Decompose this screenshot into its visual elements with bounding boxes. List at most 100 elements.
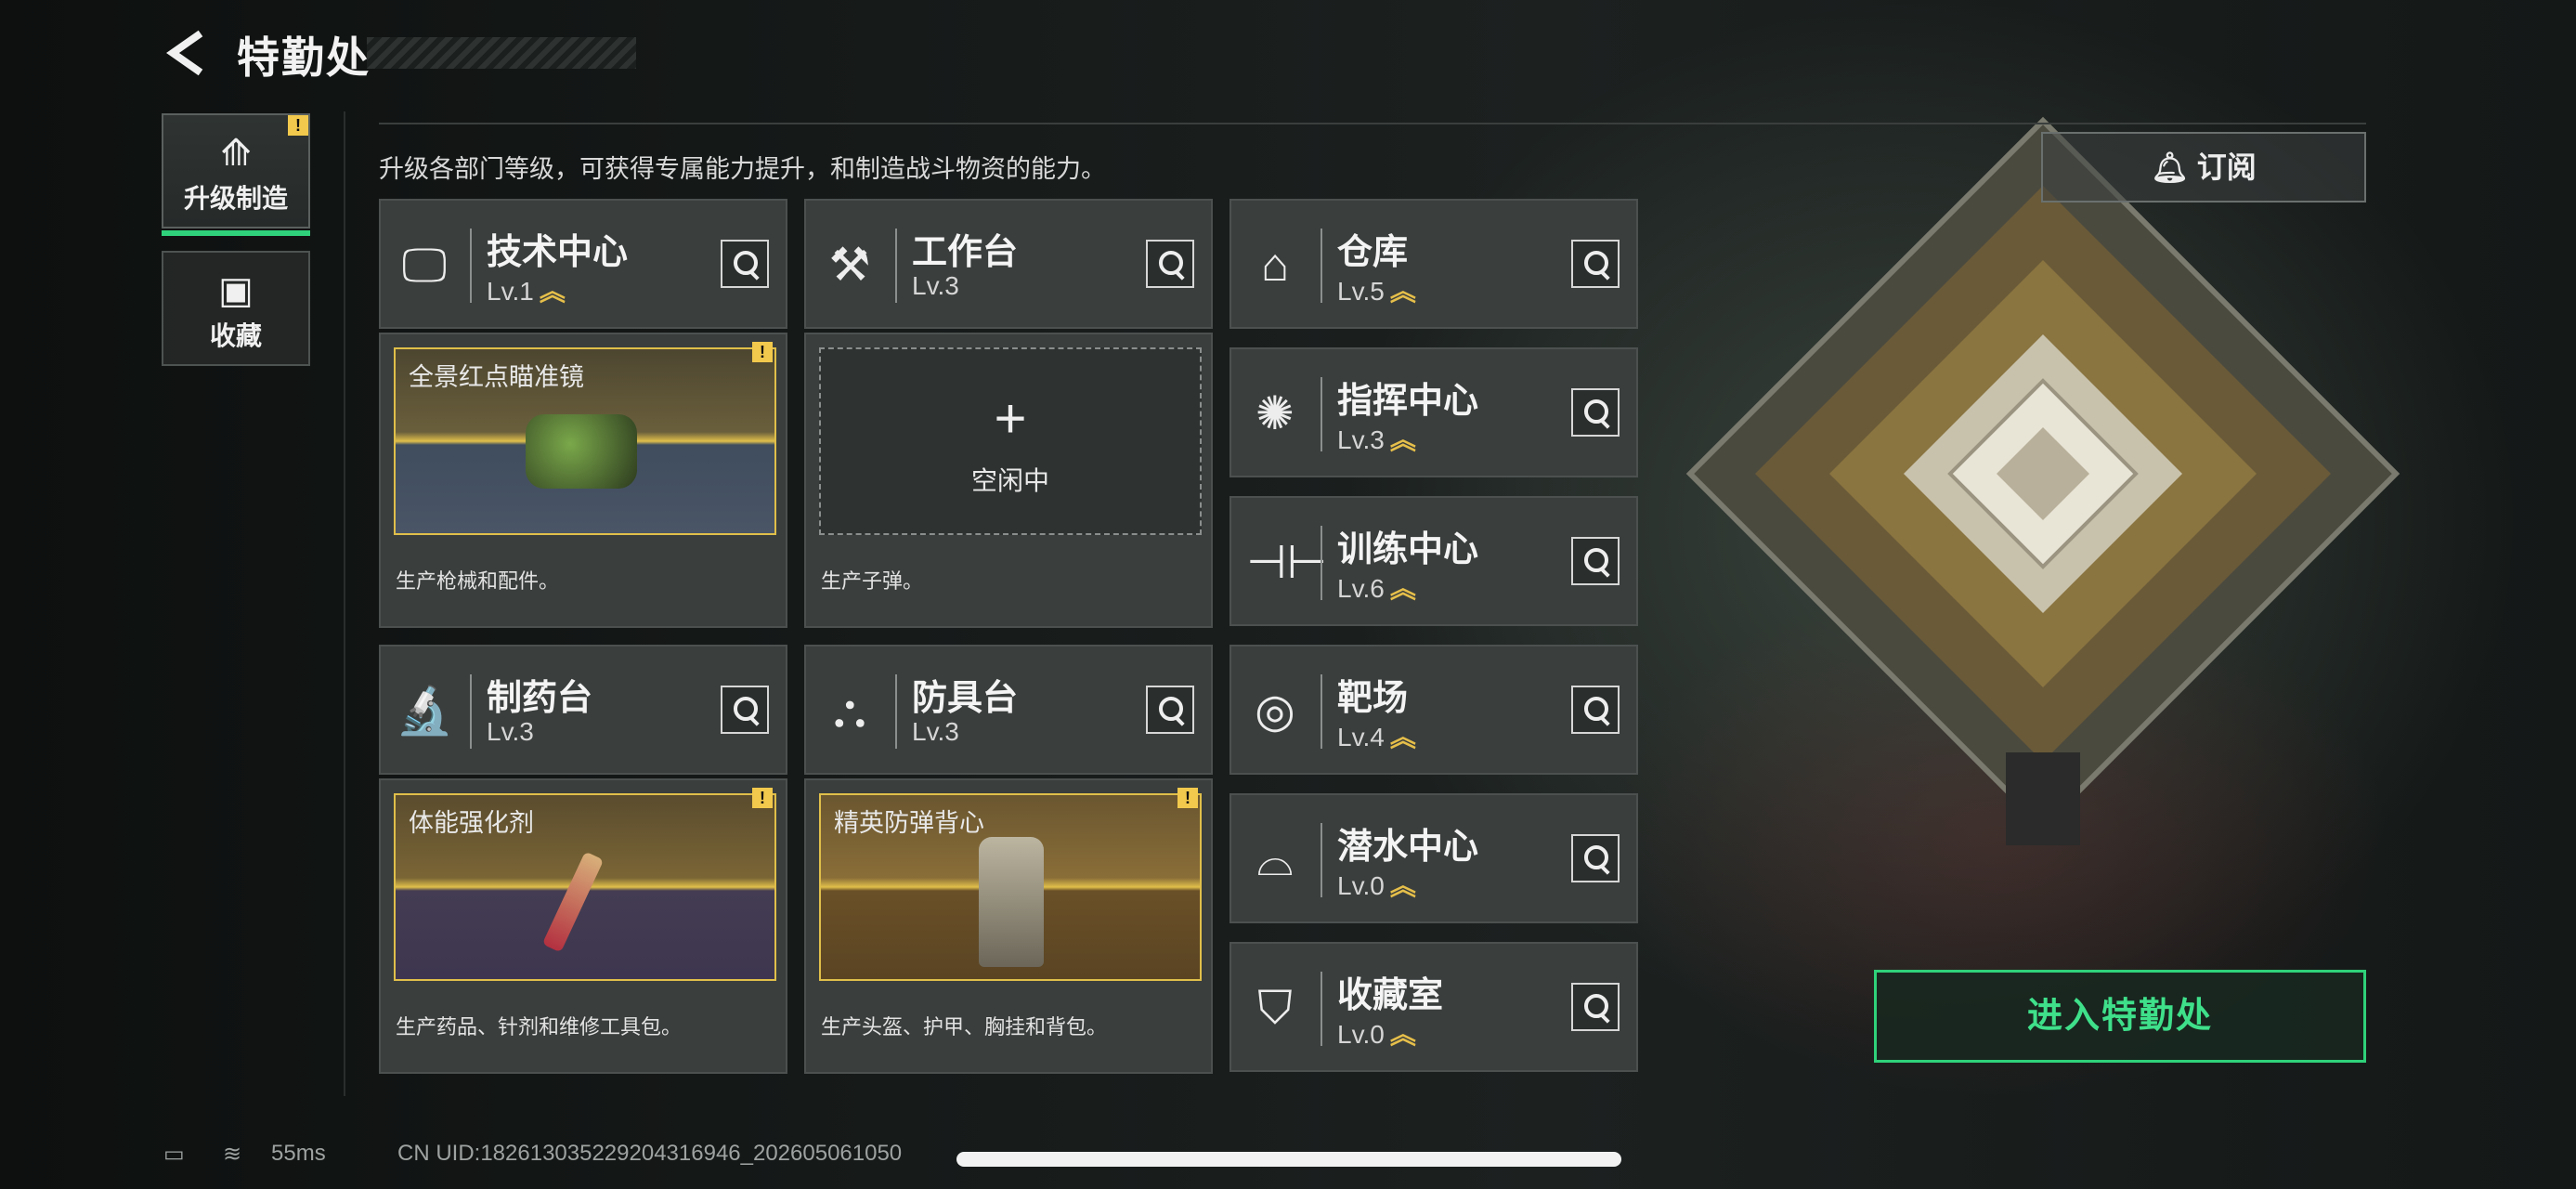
warehouse-icon: ⌂ xyxy=(1260,239,1290,291)
facility-level: Lv.0 ︽ xyxy=(1337,1014,1416,1052)
facility-card-command-center[interactable]: ✺ 指挥中心 Lv.3 ︽ xyxy=(1229,347,1638,477)
search-button[interactable] xyxy=(1571,388,1620,437)
idle-label: 空闲中 xyxy=(970,466,1049,495)
facility-card-workbench[interactable]: ⚒ 工作台 Lv.3 xyxy=(804,199,1213,329)
facility-name: 技术中心 xyxy=(487,233,629,272)
level-text: Lv.5 xyxy=(1337,277,1385,306)
tab-label: 升级制造 xyxy=(183,184,288,213)
subscribe-button[interactable]: 🔔︎ 订阅 xyxy=(2041,132,2366,203)
search-button[interactable] xyxy=(1571,983,1620,1031)
item-name: 精英防弹背心 xyxy=(834,809,984,837)
upgrade-chevron-icon: ︽ xyxy=(1389,425,1416,454)
wifi-icon: ≋ xyxy=(223,1142,242,1167)
divider xyxy=(1321,674,1322,749)
production-panel-workbench[interactable]: + 空闲中 生产子弹。 xyxy=(804,333,1213,628)
facility-card-diving-center[interactable]: ⌓ 潜水中心 Lv.0 ︽ xyxy=(1229,793,1638,923)
facility-name: 防具台 xyxy=(912,679,1019,718)
enter-special-ops-button[interactable]: 进入特勤处 xyxy=(1874,970,2366,1063)
production-slot[interactable]: 精英防弹背心 xyxy=(819,793,1202,981)
upgrade-chevron-icon: ︽ xyxy=(1389,574,1416,603)
facility-name: 工作台 xyxy=(912,233,1019,272)
side-divider xyxy=(344,111,345,1096)
alert-badge: ! xyxy=(1177,788,1198,808)
search-button[interactable] xyxy=(721,240,769,288)
search-button[interactable] xyxy=(721,686,769,734)
search-button[interactable] xyxy=(1571,240,1620,288)
upgrade-chevron-icon: ︽ xyxy=(1389,1020,1416,1049)
divider xyxy=(895,674,897,749)
facility-card-tech-center[interactable]: 🖵 技术中心 Lv.1 ︽ xyxy=(379,199,787,329)
production-panel-tech-center[interactable]: 全景红点瞄准镜 ! 生产枪械和配件。 xyxy=(379,333,787,628)
level-text: Lv.3 xyxy=(1337,425,1385,454)
collection-icon: ▣ xyxy=(218,270,254,311)
upgrade-chevron-icon: ︽ xyxy=(539,277,566,306)
microscope-icon: 🔬 xyxy=(396,685,454,737)
level-text: Lv.0 xyxy=(1337,1020,1385,1049)
production-description: 生产药品、针剂和维修工具包。 xyxy=(396,1015,683,1039)
dumbbell-icon: ⊣⊢ xyxy=(1246,536,1328,588)
production-panel-armor-bench[interactable]: 精英防弹背心 ! 生产头盔、护甲、胸挂和背包。 xyxy=(804,778,1213,1074)
empty-production-slot[interactable]: + 空闲中 xyxy=(819,347,1202,535)
add-icon: + xyxy=(994,387,1027,450)
item-name: 全景红点瞄准镜 xyxy=(409,363,584,391)
upgrade-chevron-icon: ︽ xyxy=(1389,723,1416,751)
divider xyxy=(895,229,897,303)
divider xyxy=(470,229,472,303)
tab-collection[interactable]: ▣ 收藏 xyxy=(162,251,310,366)
red-dot-sight-image xyxy=(526,414,637,489)
production-description: 生产枪械和配件。 xyxy=(396,569,560,593)
home-indicator[interactable] xyxy=(956,1152,1621,1167)
item-name: 体能强化剂 xyxy=(409,809,534,837)
tab-label: 收藏 xyxy=(209,321,262,350)
active-tab-indicator xyxy=(162,230,310,236)
production-slot[interactable]: 全景红点瞄准镜 xyxy=(394,347,776,535)
search-button[interactable] xyxy=(1571,686,1620,734)
search-button[interactable] xyxy=(1571,834,1620,882)
facility-name: 指挥中心 xyxy=(1337,382,1479,421)
level-text: Lv.0 xyxy=(1337,871,1385,900)
production-description: 生产头盔、护甲、胸挂和背包。 xyxy=(821,1015,1108,1039)
level-text: Lv.4 xyxy=(1337,723,1385,751)
facility-level: Lv.1 ︽ xyxy=(487,271,566,308)
facility-card-collection-room[interactable]: ⛉ 收藏室 Lv.0 ︽ xyxy=(1229,942,1638,1072)
back-arrow-icon[interactable] xyxy=(163,28,214,78)
user-uid: CN UID:1826130352292043169​46_2026050610… xyxy=(397,1141,903,1166)
armor-vest-image xyxy=(979,837,1044,967)
monitor-icon: 🖵 xyxy=(401,239,448,291)
target-icon: ◎ xyxy=(1255,685,1295,737)
production-panel-pharmacy[interactable]: 体能强化剂 ! 生产药品、针剂和维修工具包。 xyxy=(379,778,787,1074)
title-decoration xyxy=(367,37,636,69)
facility-card-shooting-range[interactable]: ◎ 靶场 Lv.4 ︽ xyxy=(1229,645,1638,775)
upgrade-icon: ⟰ xyxy=(220,133,252,174)
facility-level: Lv.3 xyxy=(912,271,959,300)
header-divider xyxy=(379,123,2366,124)
tab-upgrade-manufacture[interactable]: ⟰ 升级制造 ! xyxy=(162,113,310,236)
level-text: Lv.6 xyxy=(1337,574,1385,603)
bell-icon: 🔔︎ xyxy=(2151,150,2189,184)
facility-card-training-center[interactable]: ⊣⊢ 训练中心 Lv.6 ︽ xyxy=(1229,496,1638,626)
search-button[interactable] xyxy=(1146,240,1194,288)
diving-mask-icon: ⌓ xyxy=(1256,833,1294,885)
divider xyxy=(1321,972,1322,1046)
stim-injector-image xyxy=(541,851,605,953)
production-slot[interactable]: 体能强化剂 xyxy=(394,793,776,981)
facility-card-armor-bench[interactable]: ⛬ 防具台 Lv.3 xyxy=(804,645,1213,775)
production-description: 生产子弹。 xyxy=(821,569,924,593)
facility-card-pharmacy[interactable]: 🔬 制药台 Lv.3 xyxy=(379,645,787,775)
hammer-wrench-icon: ⚒ xyxy=(828,239,871,291)
facility-level: Lv.0 ︽ xyxy=(1337,866,1416,903)
divider xyxy=(1321,823,1322,897)
facility-name: 仓库 xyxy=(1337,233,1409,272)
facility-level: Lv.3 xyxy=(487,717,534,746)
search-button[interactable] xyxy=(1571,537,1620,585)
divider xyxy=(1321,526,1322,600)
divider xyxy=(1321,229,1322,303)
search-button[interactable] xyxy=(1146,686,1194,734)
facility-name: 靶场 xyxy=(1337,679,1409,718)
divider xyxy=(470,674,472,749)
facility-name: 潜水中心 xyxy=(1337,828,1479,867)
facility-card-warehouse[interactable]: ⌂ 仓库 Lv.5 ︽ xyxy=(1229,199,1638,329)
armor-blocks-icon: ⛬ xyxy=(833,685,866,737)
chip-icon: ✺ xyxy=(1255,387,1295,439)
facility-name: 制药台 xyxy=(487,679,593,718)
